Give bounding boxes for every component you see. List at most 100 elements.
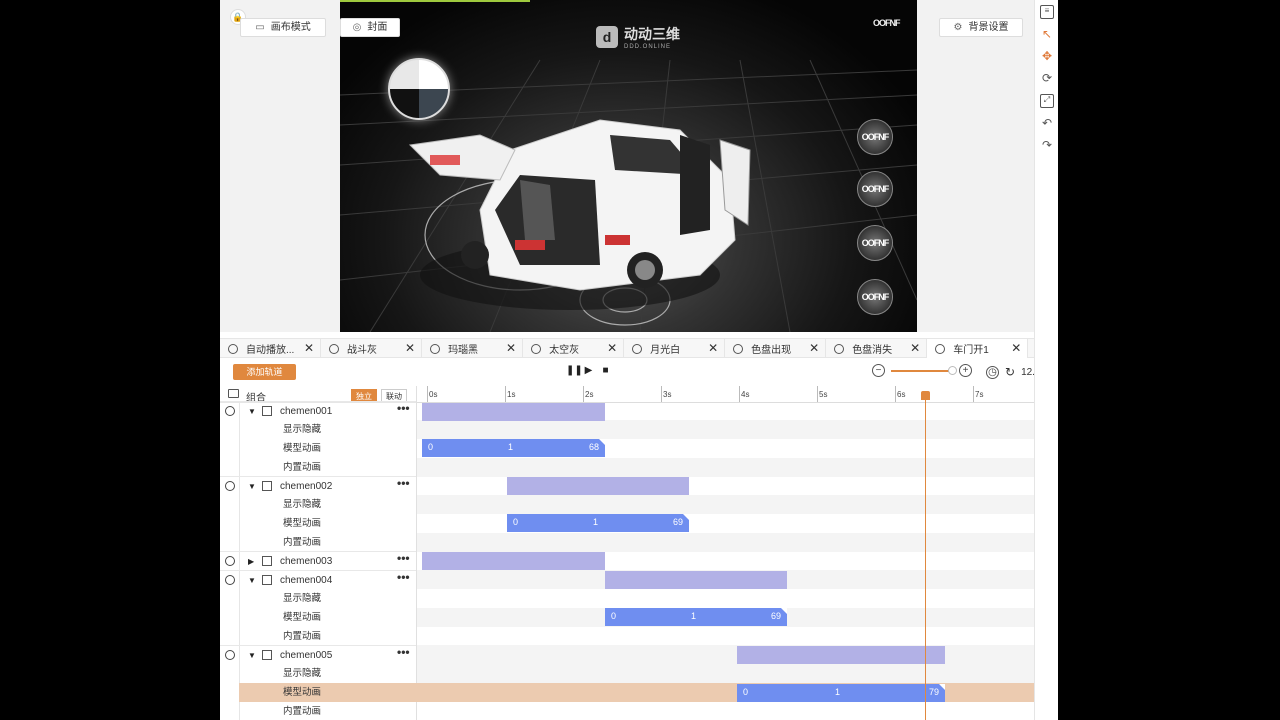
clip-mid-frame: 1 [508,442,514,452]
tab-autoplay[interactable]: 自动播放... ✕ [220,339,322,358]
target-icon [329,343,340,354]
clock-icon[interactable]: ◷ [986,365,999,379]
more-icon[interactable]: ••• [397,643,410,662]
sub-track-show-hide[interactable]: 显示隐藏 [220,664,416,683]
track-group-chemen003[interactable]: ▶ chemen003 ••• [220,551,416,570]
pause-icon[interactable]: ❚❚ [566,365,583,376]
add-track-button[interactable]: 添加轨道 [233,364,296,380]
sub-track-model-anim[interactable]: 模型动画 [220,683,416,702]
folder-icon[interactable] [228,389,239,398]
close-icon[interactable]: ✕ [607,341,617,355]
zoom-in-icon[interactable]: + [959,364,972,377]
visibility-clip[interactable] [737,646,945,664]
scale-icon[interactable]: ⤢ [1040,94,1054,108]
zoom-slider[interactable] [891,365,957,375]
stop-icon[interactable]: ■ [600,365,611,376]
sub-track-model-anim[interactable]: 模型动画 [220,439,416,458]
zoom-slider-handle[interactable] [948,365,957,375]
close-icon[interactable]: ✕ [405,341,415,355]
layout-icon[interactable]: ≡ [1040,5,1054,19]
sub-track-builtin-anim[interactable]: 内置动画 [220,458,416,477]
loop-toggle-icon[interactable] [225,481,235,491]
close-icon[interactable]: ✕ [910,341,920,355]
visibility-clip[interactable] [422,403,605,421]
car-model[interactable] [380,90,760,320]
tab-palette-show[interactable]: 色盘出现 ✕ [725,339,827,358]
tab-palette-hide[interactable]: 色盘消失 ✕ [826,339,928,358]
more-icon[interactable]: ••• [397,568,410,587]
track-name: chemen003 [280,556,333,567]
playback-controls: ❚❚ ▶ ■ [566,365,611,376]
zoom-out-icon[interactable]: − [872,364,885,377]
3d-viewport[interactable]: ◎ 封面 d 动动三维 DDD.ONLINE OOFNF OOFNF OOFNF… [340,0,917,332]
time-ruler[interactable]: 0s 1s 2s 3s 4s 5s 6s 7s 8s [417,386,1058,403]
track-group-chemen002[interactable]: ▼ chemen002 ••• [220,476,416,495]
sub-track-model-anim[interactable]: 模型动画 [220,514,416,533]
visibility-clip[interactable] [605,571,787,589]
caret-right-icon[interactable]: ▶ [248,552,254,571]
bg-settings-button[interactable]: ⚙ 背景设置 [939,18,1023,37]
more-icon[interactable]: ••• [397,549,410,568]
caret-down-icon[interactable]: ▼ [248,402,256,421]
caret-down-icon[interactable]: ▼ [248,571,256,590]
more-icon[interactable]: ••• [397,399,410,418]
loop-toggle-icon[interactable] [225,650,235,660]
hotspot-button-2[interactable]: OOFNF [857,171,893,207]
tab-door-open-1[interactable]: 车门开1 ✕ [927,339,1029,358]
clip-start-frame: 0 [428,442,434,452]
close-icon[interactable]: ✕ [809,341,819,355]
tab-space-gray[interactable]: 太空灰 ✕ [523,339,625,358]
ruler-tick: 6s [894,386,906,402]
tab-moonlight-white[interactable]: 月光白 ✕ [624,339,726,358]
rotate-icon[interactable]: ⟳ [1040,71,1054,85]
hotspot-button-4[interactable]: OOFNF [857,279,893,315]
caret-down-icon[interactable]: ▼ [248,646,256,665]
hotspot-button-1[interactable]: OOFNF [857,119,893,155]
sub-track-show-hide[interactable]: 显示隐藏 [220,495,416,514]
clip-resize-handle[interactable] [781,608,787,614]
sub-track-builtin-anim[interactable]: 内置动画 [220,702,416,720]
play-icon[interactable]: ▶ [583,365,594,376]
tab-agate-black[interactable]: 玛瑙黑 ✕ [422,339,524,358]
clip-resize-handle[interactable] [683,514,689,520]
sub-track-model-anim[interactable]: 模型动画 [220,608,416,627]
caret-down-icon[interactable]: ▼ [248,477,256,496]
hotspot-button-3[interactable]: OOFNF [857,225,893,261]
playhead-line[interactable] [925,391,926,720]
clip-resize-handle[interactable] [939,684,945,690]
animation-clip[interactable]: 0 1 68 [422,439,605,457]
sub-track-builtin-anim[interactable]: 内置动画 [220,627,416,646]
track-group-chemen004[interactable]: ▼ chemen004 ••• [220,570,416,589]
undo-icon[interactable]: ↶ [1040,116,1054,130]
visibility-clip[interactable] [507,477,689,495]
loop-icon[interactable]: ↻ [1005,365,1015,379]
select-cursor-icon[interactable]: ↖ [1040,27,1054,41]
visibility-clip[interactable] [422,552,605,570]
timeline-lanes[interactable]: 0 1 68 0 1 69 0 1 69 0 1 79 [417,403,1058,720]
clip-resize-handle[interactable] [599,439,605,445]
track-group-chemen001[interactable]: ▼ chemen001 ••• [220,401,416,420]
canvas-mode-button[interactable]: ▭ 画布模式 [240,18,326,37]
loop-toggle-icon[interactable] [225,556,235,566]
more-icon[interactable]: ••• [397,474,410,493]
redo-icon[interactable]: ↷ [1040,138,1054,152]
sub-track-show-hide[interactable]: 显示隐藏 [220,589,416,608]
animation-tabs: 自动播放... ✕ 战斗灰 ✕ 玛瑙黑 ✕ 太空灰 ✕ 月光白 ✕ 色盘出现 ✕ 色盘消失 ✕… [220,338,1058,358]
close-icon[interactable]: ✕ [708,341,718,355]
tab-battle-gray[interactable]: 战斗灰 ✕ [321,339,423,358]
move-icon[interactable]: ✥ [1040,49,1054,63]
close-icon[interactable]: ✕ [506,341,516,355]
animation-clip[interactable]: 0 1 69 [507,514,689,532]
animation-clip[interactable]: 0 1 79 [737,684,945,702]
sub-track-show-hide[interactable]: 显示隐藏 [220,420,416,439]
clip-start-frame: 0 [513,517,519,527]
track-name: chemen001 [280,406,333,417]
close-icon[interactable]: ✕ [304,341,314,355]
close-icon[interactable]: ✕ [1011,341,1021,355]
sub-track-builtin-anim[interactable]: 内置动画 [220,533,416,552]
loop-toggle-icon[interactable] [225,575,235,585]
animation-clip[interactable]: 0 1 69 [605,608,787,626]
loop-toggle-icon[interactable] [225,406,235,416]
track-group-chemen005[interactable]: ▼ chemen005 ••• [220,645,416,664]
lane [417,533,1058,552]
